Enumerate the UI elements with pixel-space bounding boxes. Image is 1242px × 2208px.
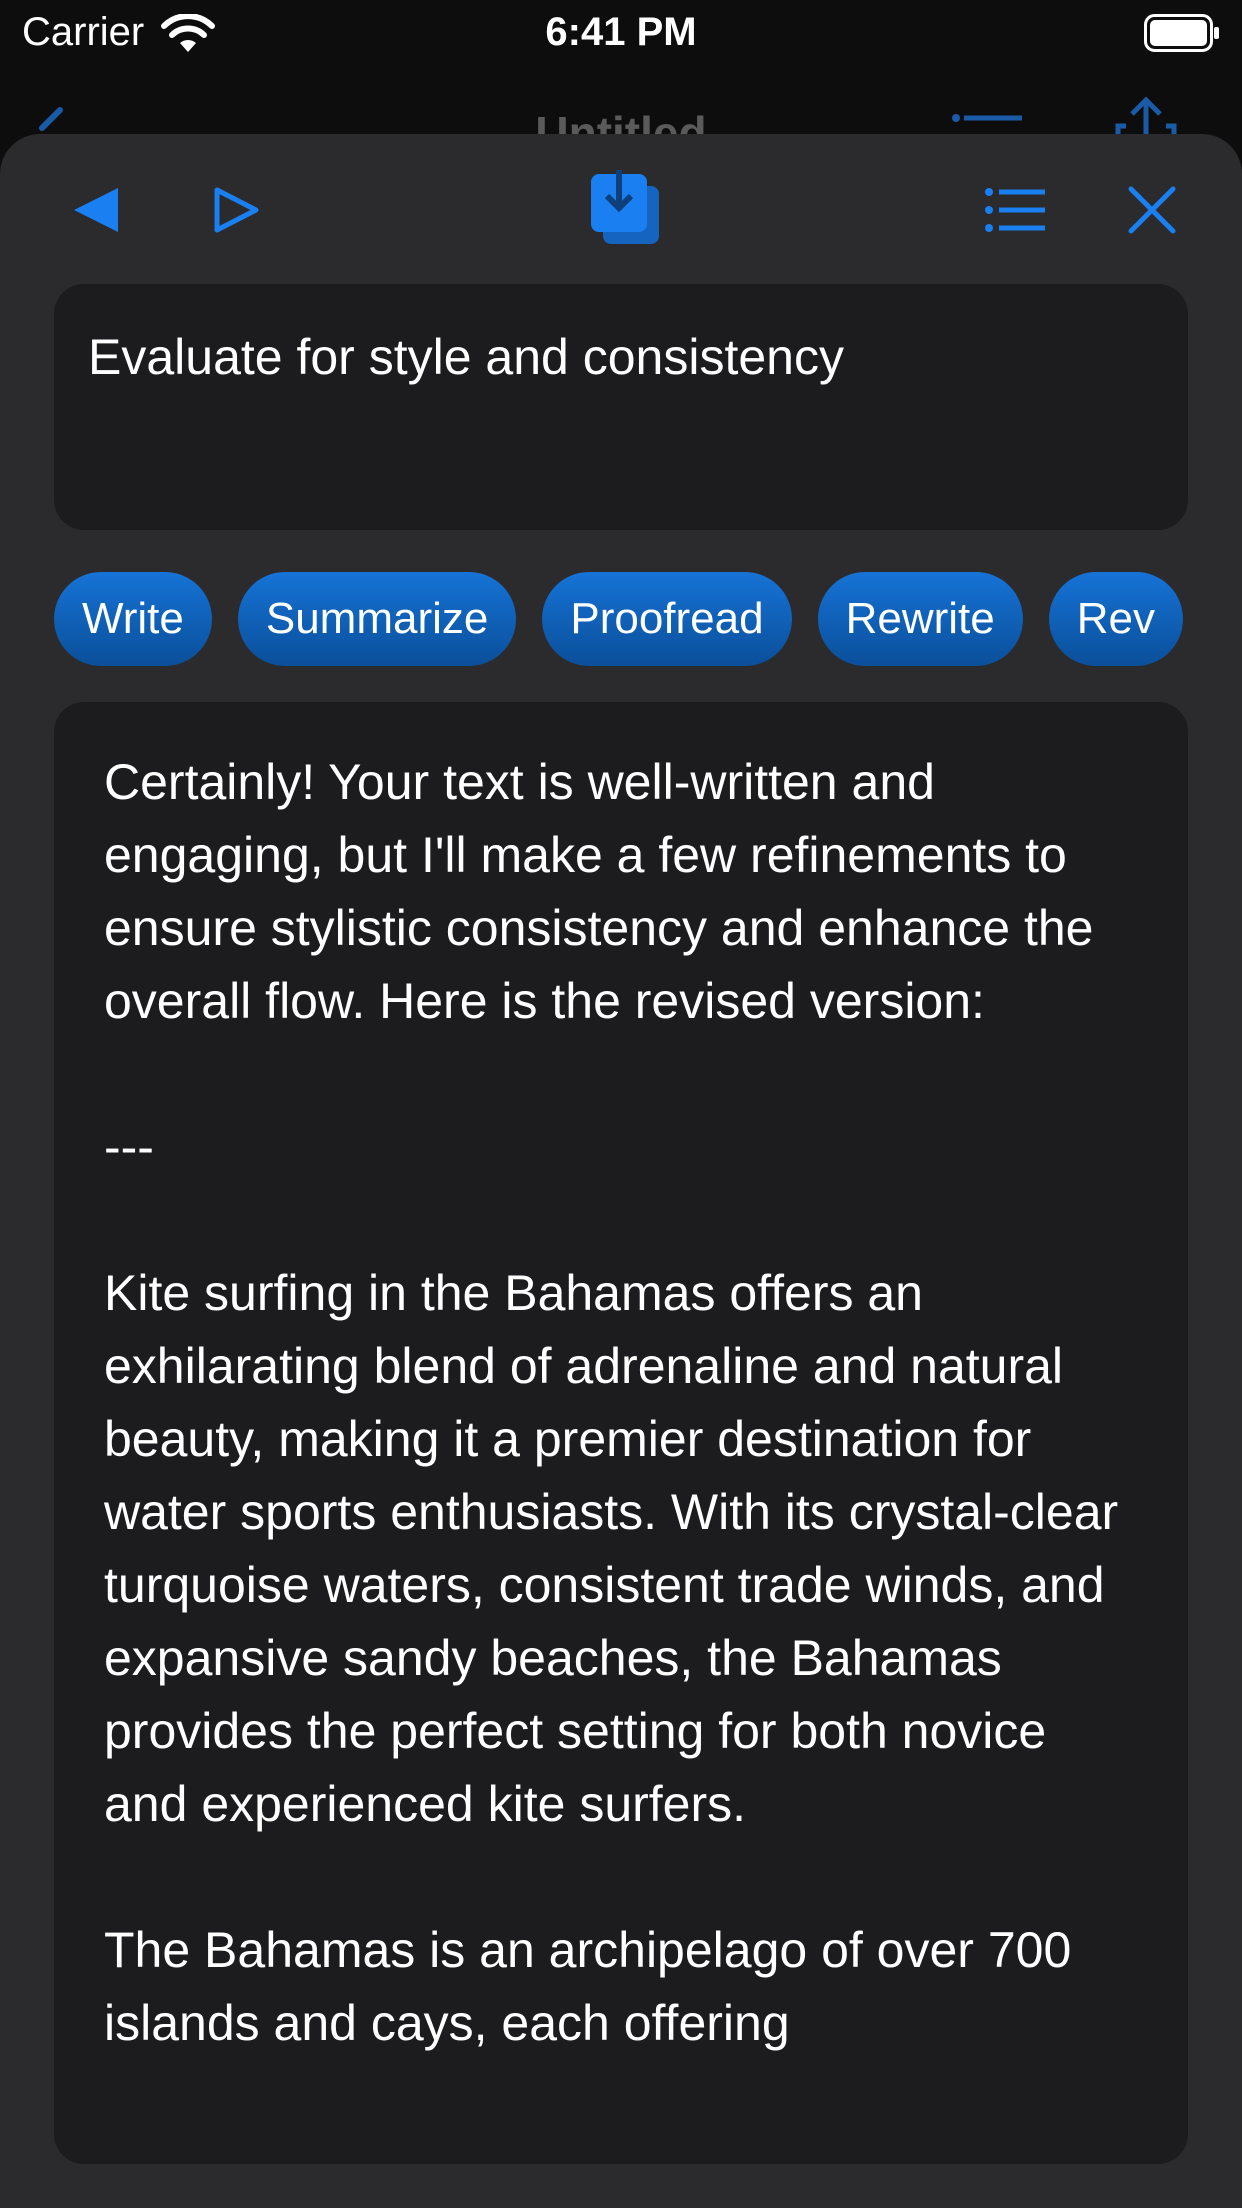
result-paragraph: Certainly! Your text is well-written and… <box>104 754 1094 1029</box>
clock: 6:41 PM <box>545 10 697 54</box>
action-chips-row[interactable]: Write Summarize Proofread Rewrite Rev <box>54 572 1188 672</box>
back-triangle-icon <box>74 188 118 232</box>
close-icon <box>1128 186 1176 234</box>
close-button[interactable] <box>1116 174 1188 246</box>
result-text: Certainly! Your text is well-written and… <box>104 746 1138 2060</box>
summarize-chip[interactable]: Summarize <box>237 572 517 666</box>
result-separator: --- <box>104 1119 154 1175</box>
result-paragraph: The Bahamas is an archipelago of over 70… <box>104 1922 1072 2051</box>
prompt-input[interactable]: Evaluate for style and consistency <box>54 284 1188 530</box>
rewrite-chip[interactable]: Rewrite <box>817 572 1023 666</box>
rev-chip[interactable]: Rev <box>1048 572 1183 666</box>
status-bar: Carrier 6:41 PM <box>0 0 1242 66</box>
sheet-toolbar <box>0 134 1242 284</box>
battery-icon <box>1144 14 1219 52</box>
list-icon <box>985 188 1045 232</box>
assistant-sheet: Evaluate for style and consistency Write… <box>0 134 1242 2208</box>
save-download-icon <box>591 170 659 244</box>
previous-button[interactable] <box>60 174 132 246</box>
forward-triangle-icon <box>214 187 259 233</box>
proofread-chip[interactable]: Proofread <box>542 572 792 666</box>
next-button[interactable] <box>200 174 272 246</box>
result-text-view[interactable]: Certainly! Your text is well-written and… <box>54 702 1188 2164</box>
list-button[interactable] <box>976 174 1056 246</box>
save-button[interactable] <box>587 164 663 250</box>
screen: Carrier 6:41 PM Untitled Evaluate for st… <box>0 0 1242 2208</box>
write-chip[interactable]: Write <box>54 572 212 666</box>
result-paragraph: Kite surfing in the Bahamas offers an ex… <box>104 1265 1119 1832</box>
